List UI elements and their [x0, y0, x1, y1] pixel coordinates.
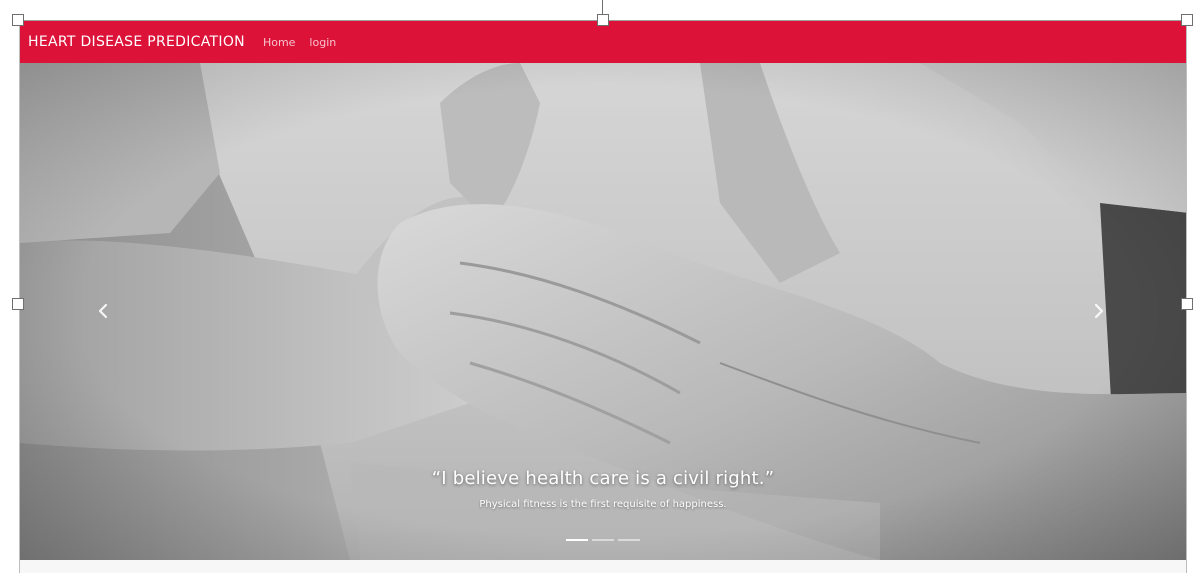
carousel-indicators [20, 539, 1186, 541]
resize-handle-icon[interactable] [1181, 14, 1193, 26]
page-bottom-area [20, 560, 1186, 573]
carousel-indicator-1[interactable] [566, 539, 588, 541]
carousel-prev-button[interactable] [92, 299, 116, 323]
carousel-indicator-2[interactable] [592, 539, 614, 541]
carousel-caption: “I believe health care is a civil right.… [20, 468, 1186, 510]
carousel-next-button[interactable] [1086, 299, 1110, 323]
resize-handle-icon[interactable] [597, 14, 609, 26]
nav-link-login[interactable]: login [309, 36, 336, 49]
embedded-page-frame: HEART DISEASE PREDICATION Home login “I … [19, 20, 1187, 573]
chevron-right-icon [1094, 303, 1104, 319]
hero-carousel: “I believe health care is a civil right.… [20, 63, 1186, 560]
resize-handle-icon[interactable] [12, 14, 24, 26]
chevron-left-icon [98, 303, 108, 319]
nav-link-home[interactable]: Home [263, 36, 295, 49]
caption-subtitle: Physical fitness is the first requisite … [479, 499, 727, 510]
caption-title: “I believe health care is a civil right.… [431, 468, 775, 489]
navbar: HEART DISEASE PREDICATION Home login [20, 21, 1186, 63]
carousel-indicator-3[interactable] [618, 539, 640, 541]
resize-handle-icon[interactable] [1181, 298, 1193, 310]
resize-handle-icon[interactable] [12, 298, 24, 310]
rotation-handle-line [602, 0, 603, 14]
navbar-brand[interactable]: HEART DISEASE PREDICATION [28, 34, 245, 50]
